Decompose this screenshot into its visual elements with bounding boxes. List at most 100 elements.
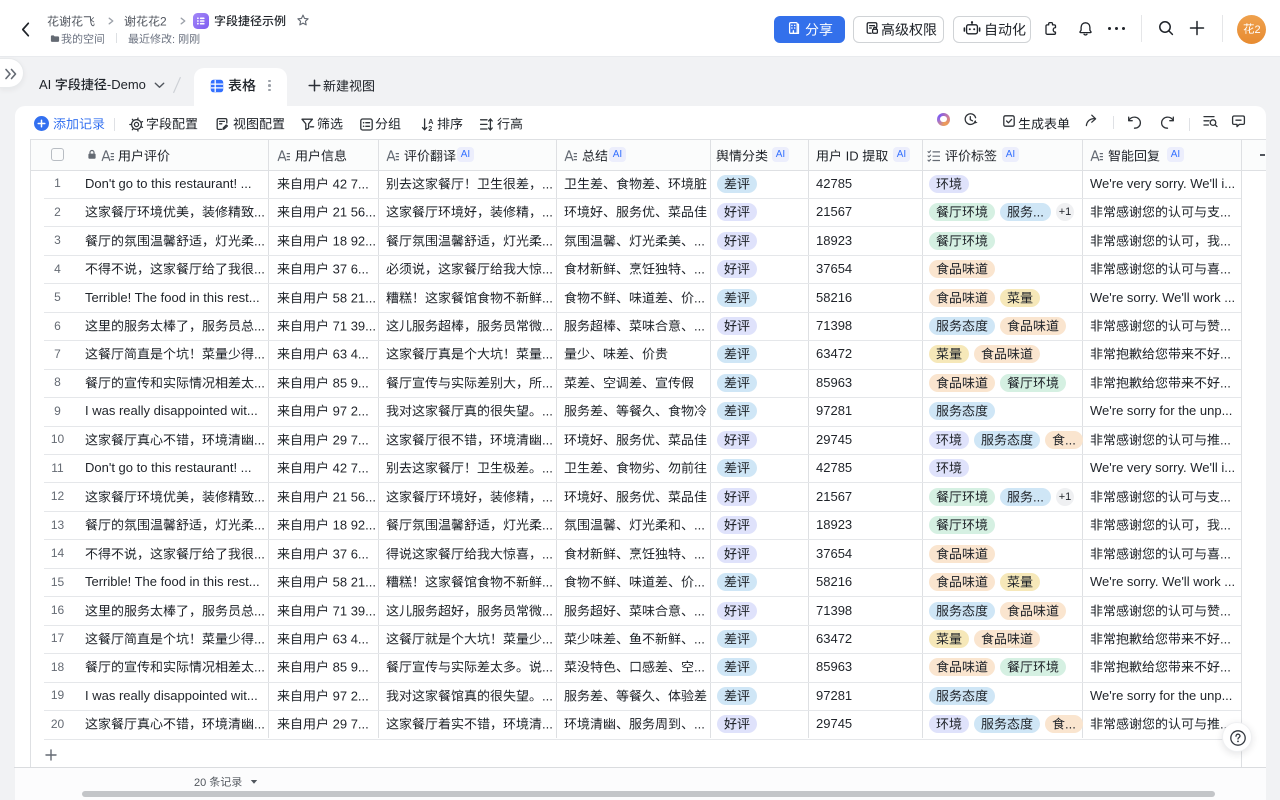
svg-text:...: ... xyxy=(1220,347,1231,362)
svg-text:...: ... xyxy=(542,688,553,703)
svg-text:2: 2 xyxy=(160,14,167,28)
svg-text:...: ... xyxy=(694,518,705,533)
svg-text:7...: 7... xyxy=(350,432,368,447)
svg-text:18: 18 xyxy=(332,233,346,248)
svg-text:...: ... xyxy=(542,660,553,675)
svg-text:92...: 92... xyxy=(350,518,375,533)
svg-text:2: 2 xyxy=(428,124,432,132)
svg-text:...: ... xyxy=(542,347,553,362)
svg-text:6...: 6... xyxy=(350,262,368,277)
svg-text:...: ... xyxy=(1220,631,1231,646)
svg-text:...: ... xyxy=(694,319,705,334)
svg-text:4...: 4... xyxy=(350,347,368,362)
svg-text:...: ... xyxy=(542,717,553,732)
svg-text:21...: 21... xyxy=(350,575,375,590)
svg-text:...: ... xyxy=(694,603,705,618)
svg-text:58: 58 xyxy=(332,575,346,590)
svg-text:4...: 4... xyxy=(350,631,368,646)
svg-text:39...: 39... xyxy=(350,319,375,334)
svg-text:71: 71 xyxy=(332,603,346,618)
svg-text:...: ... xyxy=(542,432,553,447)
svg-text:...: ... xyxy=(1220,432,1231,447)
svg-text:...: ... xyxy=(542,575,553,590)
svg-text:...: ... xyxy=(542,176,553,191)
svg-text:...: ... xyxy=(542,518,553,533)
svg-text:...: ... xyxy=(254,717,265,732)
svg-text:...: ... xyxy=(254,489,265,504)
svg-text:...: ... xyxy=(542,375,553,390)
svg-text:56...: 56... xyxy=(350,205,375,220)
svg-text:...: ... xyxy=(542,205,553,220)
svg-text:...: ... xyxy=(254,603,265,618)
svg-text:...: ... xyxy=(254,347,265,362)
svg-text:...: ... xyxy=(694,290,705,305)
svg-text:...: ... xyxy=(1220,518,1231,533)
svg-text:21: 21 xyxy=(332,205,346,220)
svg-text:39...: 39... xyxy=(350,603,375,618)
svg-text:18: 18 xyxy=(332,518,346,533)
svg-text:7...: 7... xyxy=(350,461,368,476)
svg-text:...: ... xyxy=(1220,319,1231,334)
svg-text:...: ... xyxy=(254,205,265,220)
svg-text:...: ... xyxy=(694,575,705,590)
svg-text:58: 58 xyxy=(332,290,346,305)
svg-text:...: ... xyxy=(1220,233,1231,248)
svg-text:...: ... xyxy=(542,233,553,248)
svg-text:...: ... xyxy=(1220,262,1231,277)
svg-text:...: ... xyxy=(542,631,553,646)
svg-text:...: ... xyxy=(542,290,553,305)
svg-text:63: 63 xyxy=(332,347,346,362)
svg-text:...: ... xyxy=(542,489,553,504)
svg-text:...: ... xyxy=(1220,546,1231,561)
svg-text:85: 85 xyxy=(332,375,346,390)
svg-text:42: 42 xyxy=(332,461,346,476)
svg-text:ID: ID xyxy=(846,148,859,163)
svg-text:...: ... xyxy=(254,518,265,533)
svg-text:...: ... xyxy=(1220,205,1231,220)
svg-text:71: 71 xyxy=(332,319,346,334)
svg-text:...: ... xyxy=(254,631,265,646)
svg-text:...: ... xyxy=(254,660,265,675)
svg-text:...: ... xyxy=(1065,717,1076,732)
svg-text:21...: 21... xyxy=(350,290,375,305)
svg-text:...: ... xyxy=(1065,432,1076,447)
svg-text:...: ... xyxy=(542,404,553,419)
svg-text:...: ... xyxy=(254,319,265,334)
svg-text:37: 37 xyxy=(332,262,346,277)
svg-text:20: 20 xyxy=(194,776,206,788)
svg-text:97: 97 xyxy=(332,404,346,419)
svg-text::: : xyxy=(172,34,175,46)
svg-text:...: ... xyxy=(254,262,265,277)
svg-text:7...: 7... xyxy=(350,717,368,732)
svg-text:63: 63 xyxy=(332,631,346,646)
svg-text:...: ... xyxy=(694,233,705,248)
svg-text:...: ... xyxy=(1220,489,1231,504)
svg-text:21: 21 xyxy=(332,489,346,504)
svg-text:6...: 6... xyxy=(350,546,368,561)
svg-text:42: 42 xyxy=(332,176,346,191)
svg-text:...: ... xyxy=(1220,603,1231,618)
svg-text:...: ... xyxy=(694,631,705,646)
svg-text:2...: 2... xyxy=(350,688,368,703)
svg-text:...: ... xyxy=(542,262,553,277)
svg-text:97: 97 xyxy=(332,688,346,703)
svg-text:...: ... xyxy=(542,319,553,334)
svg-text:9...: 9... xyxy=(350,375,368,390)
svg-text:29: 29 xyxy=(332,432,346,447)
svg-text:...: ... xyxy=(254,546,265,561)
svg-text:2: 2 xyxy=(1254,24,1260,36)
svg-text:37: 37 xyxy=(332,546,346,561)
svg-text:7...: 7... xyxy=(350,176,368,191)
svg-text:92...: 92... xyxy=(350,233,375,248)
svg-text:9...: 9... xyxy=(350,660,368,675)
svg-text:56...: 56... xyxy=(350,489,375,504)
svg-text:2...: 2... xyxy=(350,404,368,419)
svg-text:-Demo: -Demo xyxy=(107,77,146,92)
svg-text:AI: AI xyxy=(39,77,51,92)
svg-text:...: ... xyxy=(694,660,705,675)
svg-text:...: ... xyxy=(254,233,265,248)
svg-text:...: ... xyxy=(1220,375,1231,390)
svg-text:...: ... xyxy=(542,546,553,561)
svg-text:...: ... xyxy=(254,432,265,447)
svg-text:...: ... xyxy=(1220,660,1231,675)
